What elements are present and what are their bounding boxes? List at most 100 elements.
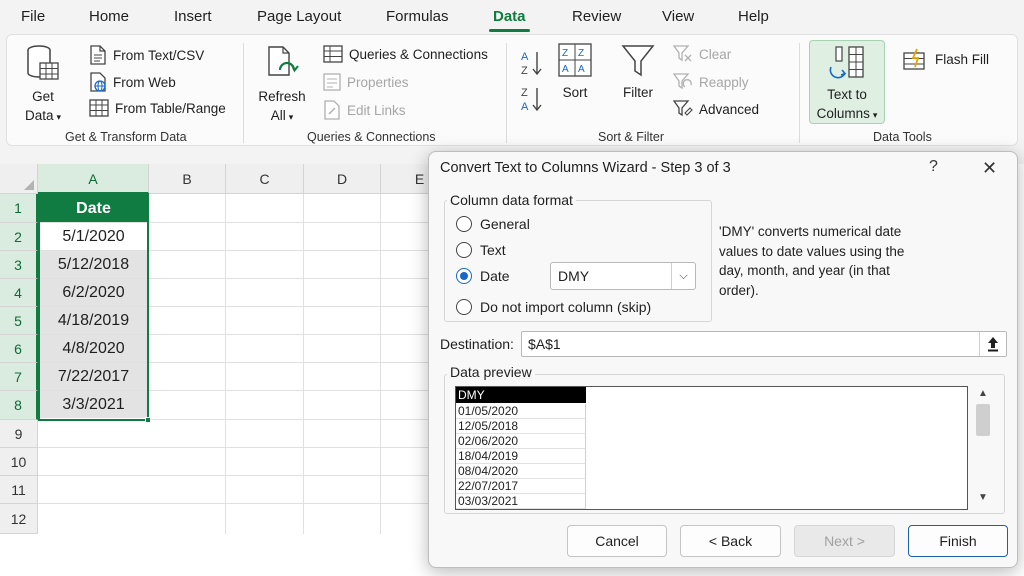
column-header-d[interactable]: D	[304, 164, 381, 194]
cell-a6[interactable]: 4/8/2020	[39, 335, 148, 362]
date-format-value: DMY	[558, 268, 590, 284]
radio-general[interactable]: General	[456, 216, 530, 232]
cell-a7[interactable]: 7/22/2017	[39, 363, 148, 390]
sort-label: Sort	[562, 85, 588, 100]
properties-button[interactable]: Properties	[323, 73, 409, 91]
row-header-6[interactable]: 6	[0, 335, 38, 363]
tab-formulas[interactable]: Formulas	[386, 8, 449, 25]
text-to-columns-button[interactable]: Text to Columns ▾	[811, 45, 883, 125]
group-label-sort-filter: Sort & Filter	[598, 130, 664, 144]
row-header-4[interactable]: 4	[0, 279, 38, 307]
preview-scrollbar[interactable]: ▲ ▼	[974, 386, 992, 510]
svg-text:Z: Z	[521, 65, 528, 77]
svg-text:A: A	[521, 51, 529, 63]
radio-general-circle[interactable]	[456, 216, 472, 232]
row-header-5[interactable]: 5	[0, 307, 38, 335]
flash-fill-button[interactable]: Flash Fill	[903, 48, 989, 70]
cell-a3[interactable]: 5/12/2018	[39, 251, 148, 278]
row-header-3[interactable]: 3	[0, 251, 38, 279]
column-d-cells[interactable]	[304, 194, 381, 534]
advanced-filter-button[interactable]: Advanced	[673, 100, 759, 118]
cell-a1-header[interactable]: Date	[39, 195, 148, 222]
tab-insert[interactable]: Insert	[174, 8, 212, 25]
web-file-icon	[90, 72, 106, 92]
svg-text:A: A	[578, 64, 585, 75]
radio-skip[interactable]: Do not import column (skip)	[456, 299, 651, 315]
cell-a8[interactable]: 3/3/2021	[39, 391, 148, 418]
radio-text[interactable]: Text	[456, 242, 506, 258]
cancel-button[interactable]: Cancel	[567, 525, 667, 557]
refresh-all-button[interactable]: Refresh All ▾	[254, 43, 310, 127]
preview-row: 03/03/2021	[456, 494, 586, 509]
svg-text:A: A	[562, 64, 569, 75]
date-format-select[interactable]: DMY ⌵	[550, 262, 696, 290]
radio-date[interactable]: Date	[456, 268, 510, 284]
text-file-icon	[90, 45, 106, 65]
column-c-cells[interactable]	[226, 194, 304, 534]
sort-button[interactable]: Z Z A A Sort	[555, 43, 595, 102]
tab-data[interactable]: Data	[489, 8, 529, 32]
reapply-icon	[673, 73, 692, 90]
chevron-down-icon[interactable]: ⌵	[671, 263, 695, 289]
text-to-columns-dialog: Convert Text to Columns Wizard - Step 3 …	[428, 151, 1018, 568]
tab-home[interactable]: Home	[89, 8, 129, 25]
reapply-button[interactable]: Reapply	[673, 73, 749, 91]
row-header-12[interactable]: 12	[0, 504, 38, 534]
preview-row: 12/05/2018	[456, 419, 586, 434]
filter-button[interactable]: Filter	[616, 43, 660, 102]
column-header-c[interactable]: C	[226, 164, 304, 194]
row-header-7[interactable]: 7	[0, 363, 38, 391]
radio-text-label: Text	[480, 242, 506, 258]
scroll-down-icon[interactable]: ▼	[978, 492, 988, 503]
data-preview-list[interactable]: DMY 01/05/2020 12/05/2018 02/06/2020 18/…	[455, 386, 968, 510]
preview-column-header[interactable]: DMY	[456, 387, 586, 403]
sort-z-a-button[interactable]: ZA	[520, 85, 544, 113]
tab-page-layout[interactable]: Page Layout	[257, 8, 341, 25]
column-b-cells[interactable]	[149, 194, 226, 534]
tab-help[interactable]: Help	[738, 8, 769, 25]
help-button[interactable]: ?	[929, 158, 938, 176]
clear-filter-button[interactable]: Clear	[673, 45, 731, 63]
sort-a-z-button[interactable]: AZ	[520, 49, 544, 77]
from-web-button[interactable]: From Web	[89, 72, 176, 92]
row-header-11[interactable]: 11	[0, 476, 38, 504]
radio-general-label: General	[480, 216, 530, 232]
sort-dialog-icon: Z Z A A	[558, 43, 592, 77]
get-data-button[interactable]: Get Data ▾	[17, 43, 69, 127]
from-text-csv-button[interactable]: From Text/CSV	[89, 45, 204, 65]
radio-text-circle[interactable]	[456, 242, 472, 258]
close-icon[interactable]: ✕	[982, 158, 997, 179]
finish-button[interactable]: Finish	[908, 525, 1008, 557]
radio-skip-circle[interactable]	[456, 299, 472, 315]
tab-file[interactable]: File	[21, 8, 45, 25]
preview-row: 08/04/2020	[456, 464, 586, 479]
column-header-a[interactable]: A	[38, 164, 149, 194]
row-header-8[interactable]: 8	[0, 391, 38, 420]
back-button[interactable]: < Back	[680, 525, 781, 557]
group-separator	[799, 43, 800, 143]
row-header-1[interactable]: 1	[0, 194, 38, 223]
fill-handle[interactable]	[145, 417, 151, 423]
row-header-10[interactable]: 10	[0, 448, 38, 476]
cell-a2[interactable]: 5/1/2020	[39, 223, 148, 250]
column-header-b[interactable]: B	[149, 164, 226, 194]
tab-view[interactable]: View	[662, 8, 694, 25]
radio-date-circle[interactable]	[456, 268, 472, 284]
scroll-thumb[interactable]	[976, 404, 990, 436]
column-format-legend: Column data format	[447, 192, 576, 208]
edit-links-button[interactable]: Edit Links	[323, 100, 406, 120]
destination-input[interactable]: $A$1	[521, 331, 1007, 357]
dialog-title: Convert Text to Columns Wizard - Step 3 …	[440, 160, 731, 176]
next-button[interactable]: Next >	[794, 525, 895, 557]
scroll-up-icon[interactable]: ▲	[978, 388, 988, 399]
from-web-label: From Web	[113, 74, 176, 90]
cell-a5[interactable]: 4/18/2019	[39, 307, 148, 334]
tab-review[interactable]: Review	[572, 8, 621, 25]
cell-a4[interactable]: 6/2/2020	[39, 279, 148, 306]
select-all-corner[interactable]	[0, 164, 38, 194]
row-header-2[interactable]: 2	[0, 223, 38, 251]
queries-connections-button[interactable]: Queries & Connections	[323, 45, 488, 63]
row-header-9[interactable]: 9	[0, 420, 38, 448]
collapse-dialog-button[interactable]	[979, 332, 1006, 356]
from-table-range-button[interactable]: From Table/Range	[89, 99, 226, 117]
